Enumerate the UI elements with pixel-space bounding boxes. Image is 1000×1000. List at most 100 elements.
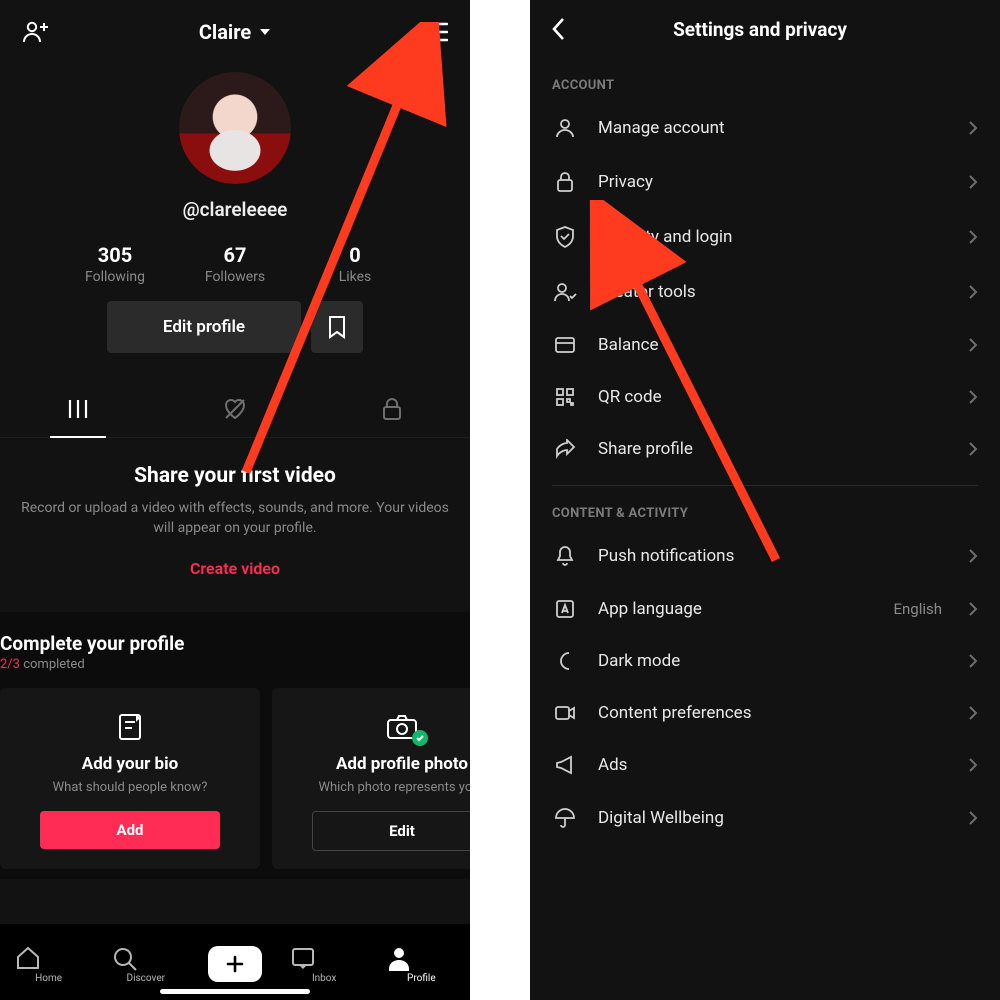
share-icon xyxy=(552,439,578,459)
empty-state: Share your first video Record or upload … xyxy=(0,438,470,594)
add-friend-icon[interactable] xyxy=(22,20,50,44)
chevron-right-icon xyxy=(968,337,978,353)
tab-posts[interactable] xyxy=(0,381,157,437)
nav-inbox[interactable]: Inbox xyxy=(289,945,359,984)
inbox-icon xyxy=(289,945,317,971)
creator-icon xyxy=(552,281,578,303)
avatar-section: @clareleeee xyxy=(0,72,470,221)
row-security[interactable]: Security and login xyxy=(530,209,1000,265)
complete-title: Complete your profile xyxy=(0,632,470,657)
plus-icon xyxy=(208,946,262,982)
chevron-down-icon xyxy=(257,24,273,40)
card-sub: What should people know? xyxy=(16,780,244,795)
chevron-right-icon xyxy=(968,548,978,564)
row-share-profile[interactable]: Share profile xyxy=(530,423,1000,475)
divider xyxy=(552,485,978,486)
tab-liked[interactable] xyxy=(157,381,314,437)
tab-private[interactable] xyxy=(313,381,470,437)
stat-likes[interactable]: 0 Likes xyxy=(295,243,415,285)
stat-following[interactable]: 305 Following xyxy=(55,243,175,285)
row-privacy[interactable]: Privacy xyxy=(530,155,1000,209)
home-indicator xyxy=(160,989,310,994)
profile-icon xyxy=(386,945,412,971)
section-header-content: CONTENT & ACTIVITY xyxy=(530,488,1000,529)
chevron-right-icon xyxy=(968,653,978,669)
search-icon xyxy=(111,945,139,971)
chevron-right-icon xyxy=(968,441,978,457)
stat-followers[interactable]: 67 Followers xyxy=(175,243,295,285)
settings-topbar: Settings and privacy xyxy=(530,0,1000,60)
grid-icon xyxy=(66,398,90,420)
avatar[interactable] xyxy=(179,72,291,184)
shield-icon xyxy=(552,225,578,249)
heart-off-icon xyxy=(222,397,248,421)
username-handle: @clareleeee xyxy=(183,198,288,221)
edit-row: Edit profile xyxy=(0,301,470,353)
profile-tabs xyxy=(0,381,470,438)
row-qr-code[interactable]: QR code xyxy=(530,371,1000,423)
video-icon xyxy=(552,704,578,722)
language-icon xyxy=(552,599,578,619)
bio-icon xyxy=(16,710,244,744)
chevron-right-icon xyxy=(968,810,978,826)
row-content-preferences[interactable]: Content preferences xyxy=(530,687,1000,739)
chevron-right-icon xyxy=(968,174,978,190)
add-bio-button[interactable]: Add xyxy=(40,811,220,849)
profile-screen: Claire @clareleeee 305 Following 67 Foll… xyxy=(0,0,470,1000)
create-video-link[interactable]: Create video xyxy=(190,559,280,578)
lock-icon xyxy=(552,171,578,193)
edit-profile-button[interactable]: Edit profile xyxy=(107,301,301,353)
language-value: English xyxy=(893,600,942,618)
display-name: Claire xyxy=(199,20,251,44)
settings-screen: Settings and privacy ACCOUNT Manage acco… xyxy=(530,0,1000,1000)
nav-create[interactable] xyxy=(208,946,262,982)
megaphone-icon xyxy=(552,755,578,775)
card-title: Add your bio xyxy=(16,754,244,774)
umbrella-icon xyxy=(552,807,578,829)
section-header-account: ACCOUNT xyxy=(530,60,1000,101)
row-app-language[interactable]: App language English xyxy=(530,583,1000,635)
complete-progress: 2/3 completed xyxy=(0,657,470,672)
row-balance[interactable]: Balance xyxy=(530,319,1000,371)
card-add-photo: Add profile photo Which photo represents… xyxy=(272,688,470,869)
chevron-right-icon xyxy=(968,120,978,136)
camera-icon xyxy=(288,710,470,744)
hamburger-menu-icon[interactable] xyxy=(422,22,448,42)
qr-icon xyxy=(552,387,578,407)
bell-icon xyxy=(552,545,578,567)
wallet-icon xyxy=(552,335,578,355)
edit-photo-button[interactable]: Edit xyxy=(312,811,470,851)
nav-home[interactable]: Home xyxy=(14,945,84,984)
card-title: Add profile photo xyxy=(288,754,470,774)
chevron-right-icon xyxy=(968,284,978,300)
chevron-right-icon xyxy=(968,389,978,405)
row-digital-wellbeing[interactable]: Digital Wellbeing xyxy=(530,791,1000,845)
chevron-right-icon xyxy=(968,229,978,245)
nav-profile[interactable]: Profile xyxy=(386,945,456,984)
empty-title: Share your first video xyxy=(18,464,452,488)
card-add-bio: Add your bio What should people know? Ad… xyxy=(0,688,260,869)
account-switcher[interactable]: Claire xyxy=(199,20,273,44)
stats-row: 305 Following 67 Followers 0 Likes xyxy=(0,243,470,285)
row-creator-tools[interactable]: Creator tools xyxy=(530,265,1000,319)
profile-topbar: Claire xyxy=(0,0,470,54)
settings-title: Settings and privacy xyxy=(540,18,980,41)
row-dark-mode[interactable]: Dark mode xyxy=(530,635,1000,687)
home-icon xyxy=(14,945,42,971)
row-ads[interactable]: Ads xyxy=(530,739,1000,791)
chevron-right-icon xyxy=(968,601,978,617)
bookmark-icon xyxy=(326,315,348,339)
nav-discover[interactable]: Discover xyxy=(111,945,181,984)
empty-subtitle: Record or upload a video with effects, s… xyxy=(18,498,452,539)
bookmarks-button[interactable] xyxy=(311,301,363,353)
check-badge-icon xyxy=(412,730,428,746)
person-icon xyxy=(552,117,578,139)
chevron-right-icon xyxy=(968,757,978,773)
lock-icon xyxy=(381,397,403,421)
moon-icon xyxy=(552,651,578,671)
row-manage-account[interactable]: Manage account xyxy=(530,101,1000,155)
row-push-notifications[interactable]: Push notifications xyxy=(530,529,1000,583)
chevron-right-icon xyxy=(968,705,978,721)
card-sub: Which photo represents you? xyxy=(288,780,470,795)
complete-profile-section: Complete your profile 2/3 completed Add … xyxy=(0,612,470,879)
